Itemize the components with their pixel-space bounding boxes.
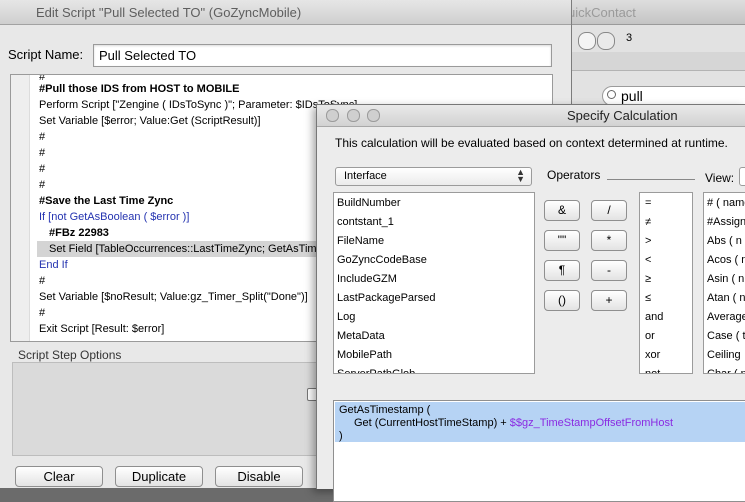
formula-variable: $$gz_TimeStampOffsetFromHost (509, 417, 674, 429)
function-item[interactable]: Atan ( n (707, 289, 745, 308)
function-item[interactable]: # ( name (707, 194, 745, 213)
script-line[interactable]: # (39, 161, 45, 177)
function-item[interactable]: Ceiling (707, 346, 741, 365)
field-item[interactable]: Log (337, 308, 355, 327)
field-item[interactable]: GoZyncCodeBase (337, 251, 427, 270)
view-select[interactable] (739, 167, 745, 186)
calc-description: This calculation will be evaluated based… (335, 136, 728, 150)
script-step-options-label: Script Step Options (18, 348, 122, 362)
function-item[interactable]: Case ( t (707, 327, 745, 346)
op-button-minus[interactable]: - (591, 260, 627, 281)
script-line[interactable]: # (39, 177, 45, 193)
operators-divider (607, 179, 695, 180)
field-item[interactable]: contstant_1 (337, 213, 394, 232)
nav-back-button[interactable] (578, 32, 596, 50)
field-item[interactable]: FileName (337, 232, 384, 251)
function-item[interactable]: #Assign (707, 213, 745, 232)
op-button-parens[interactable]: () (544, 290, 580, 311)
disable-button[interactable]: Disable (215, 466, 303, 487)
operator-item[interactable]: < (645, 251, 651, 270)
op-button-pilcrow[interactable]: ¶ (544, 260, 580, 281)
formula-line-3: ) (339, 430, 343, 442)
function-item[interactable]: Asin ( n (707, 270, 744, 289)
operator-item[interactable]: > (645, 232, 651, 251)
field-item[interactable]: BuildNumber (337, 194, 401, 213)
nav-forward-button[interactable] (597, 32, 615, 50)
script-line[interactable]: End If (39, 257, 68, 273)
script-line[interactable]: # (39, 129, 45, 145)
op-button-quotes[interactable]: "" (544, 230, 580, 251)
operator-item[interactable]: = (645, 194, 651, 213)
function-item[interactable]: Average (707, 308, 745, 327)
specify-calculation-dialog: Specify Calculation This calculation wil… (316, 104, 745, 502)
function-item[interactable]: Abs ( n (707, 232, 742, 251)
close-window-button[interactable] (326, 109, 339, 122)
zoom-window-button[interactable] (367, 109, 380, 122)
table-context-select[interactable]: Interface ▲ ▼ (335, 167, 532, 186)
script-line-selected[interactable]: Set Field [TableOccurrences::LastTimeZyn… (37, 241, 359, 257)
field-list[interactable]: BuildNumber contstant_1 FileName GoZyncC… (333, 192, 535, 374)
script-line[interactable]: #Save the Last Time Zync (39, 193, 173, 209)
script-name-label: Script Name: (8, 47, 84, 62)
view-label: View: (705, 171, 735, 185)
function-item[interactable]: Acos ( n (707, 251, 745, 270)
comparison-operator-list[interactable]: = ≠ > < ≥ ≤ and or xor not (639, 192, 693, 374)
script-step-options-panel (12, 362, 334, 456)
field-item[interactable]: MobilePath (337, 346, 392, 365)
table-context-value: Interface (344, 170, 387, 182)
calc-titlebar (317, 105, 745, 127)
background-window: uickContact 3 pull (560, 0, 745, 110)
op-button-multiply[interactable]: * (591, 230, 627, 251)
op-button-plus[interactable]: + (591, 290, 627, 311)
script-line[interactable]: # (39, 145, 45, 161)
script-name-input[interactable]: Pull Selected TO (93, 44, 552, 67)
script-line[interactable]: #FBz 22983 (49, 225, 109, 241)
edit-script-title: Edit Script "Pull Selected TO" (GoZyncMo… (36, 5, 302, 20)
field-item[interactable]: LastPackageParsed (337, 289, 435, 308)
operator-item[interactable]: xor (645, 346, 660, 365)
background-window-title: uickContact (568, 5, 636, 20)
field-item[interactable]: ServerPathGlob (337, 365, 415, 373)
script-line[interactable]: If [not GetAsBoolean ( $error )] (39, 209, 189, 225)
duplicate-button[interactable]: Duplicate (115, 466, 203, 487)
script-line[interactable]: Set Variable [$noResult; Value:gz_Timer_… (39, 289, 308, 305)
field-item[interactable]: MetaData (337, 327, 385, 346)
script-line[interactable]: #Pull those IDS from HOST to MOBILE (39, 81, 239, 97)
script-line[interactable]: Exit Script [Result: $error] (39, 321, 164, 337)
operators-label: Operators (547, 168, 601, 182)
script-line[interactable]: Perform Script ["Zengine ( IDsToSync )";… (39, 97, 357, 113)
script-line[interactable]: # (39, 305, 45, 321)
function-list[interactable]: # ( name #Assign Abs ( n Acos ( n Asin (… (703, 192, 745, 374)
operator-item[interactable]: or (645, 327, 655, 346)
function-item[interactable]: Char ( n (707, 365, 745, 373)
operator-item[interactable]: ≠ (645, 213, 651, 232)
search-field[interactable]: pull (602, 86, 745, 106)
script-line[interactable]: # (39, 273, 45, 289)
calc-title: Specify Calculation (567, 108, 678, 123)
record-count: 3 (626, 32, 633, 44)
formula-line-1: GetAsTimestamp ( (339, 404, 431, 416)
formula-expression: Get (CurrentHostTimeStamp) + (354, 417, 510, 429)
op-button-divide[interactable]: / (591, 200, 627, 221)
script-line[interactable]: Set Variable [$error; Value:Get (ScriptR… (39, 113, 261, 129)
search-icon (607, 90, 616, 99)
chevron-updown-icon: ▲ ▼ (516, 167, 525, 184)
field-item[interactable]: IncludeGZM (337, 270, 397, 289)
script-gutter (11, 75, 30, 341)
op-button-concat[interactable]: & (544, 200, 580, 221)
operator-item[interactable]: ≥ (645, 270, 651, 289)
operator-item[interactable]: ≤ (645, 289, 651, 308)
operator-item[interactable]: and (645, 308, 663, 327)
calculation-editor[interactable]: GetAsTimestamp ( Get (CurrentHostTimeSta… (333, 400, 745, 502)
formula-line-2: Get (CurrentHostTimeStamp) + $$gz_TimeSt… (354, 417, 673, 430)
minimize-window-button[interactable] (347, 109, 360, 122)
operator-item[interactable]: not (645, 365, 660, 373)
search-value: pull (621, 88, 643, 104)
script-name-value: Pull Selected TO (99, 48, 197, 63)
background-toolbar (560, 52, 745, 71)
clear-button[interactable]: Clear (15, 466, 103, 487)
